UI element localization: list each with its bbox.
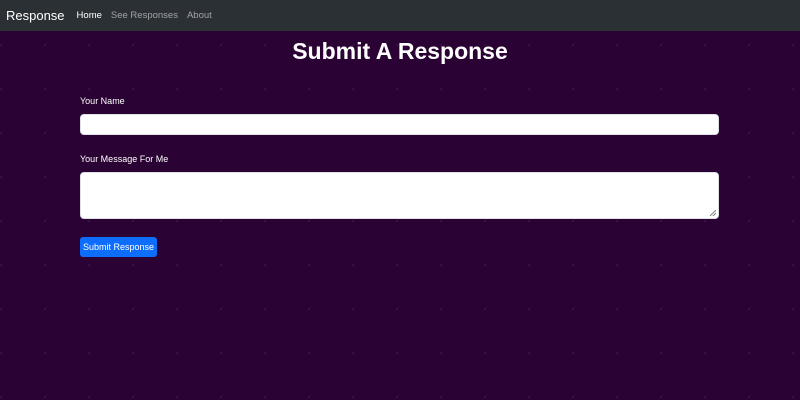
message-field-group: Your Message For Me	[80, 154, 719, 219]
nav-link-see-responses[interactable]: See Responses	[111, 10, 178, 21]
navbar-brand[interactable]: Response	[6, 8, 65, 23]
name-input[interactable]	[80, 114, 719, 135]
top-navbar: Response Home See Responses About	[0, 0, 800, 31]
nav-link-about[interactable]: About	[187, 10, 212, 21]
resize-grip-icon[interactable]	[710, 210, 716, 216]
name-field-group: Your Name	[80, 96, 719, 135]
submit-response-button[interactable]: Submit Response	[80, 237, 157, 257]
name-label: Your Name	[80, 96, 125, 106]
response-form: Your Name Your Message For Me Submit Res…	[80, 96, 719, 257]
message-textarea[interactable]	[80, 172, 719, 219]
message-textarea-wrapper	[80, 172, 719, 219]
page-title: Submit A Response	[292, 38, 508, 64]
nav-link-home[interactable]: Home	[77, 10, 102, 21]
message-label: Your Message For Me	[80, 154, 169, 164]
